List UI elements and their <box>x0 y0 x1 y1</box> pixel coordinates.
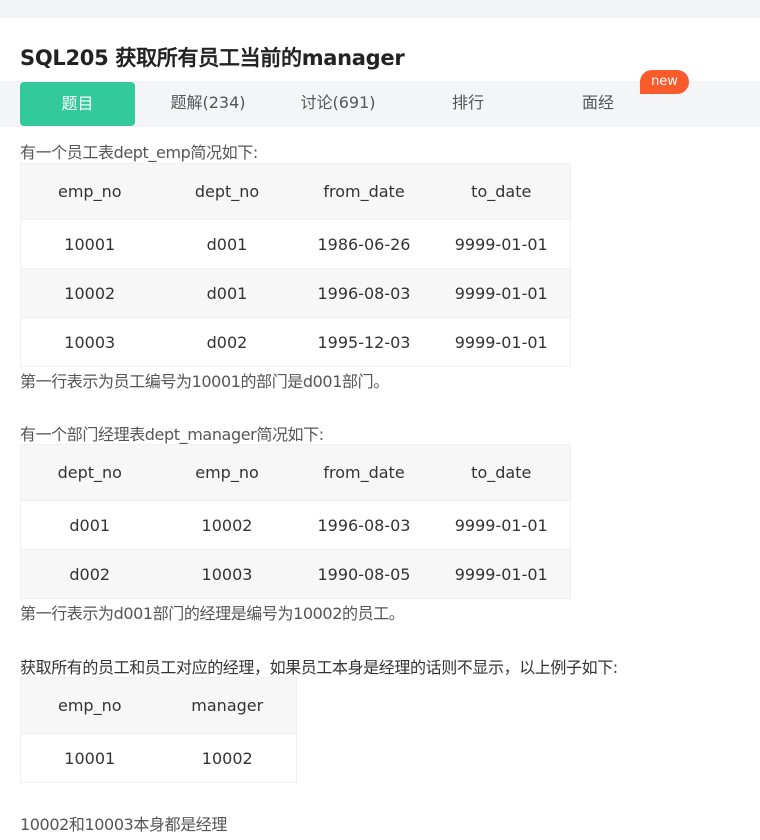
table-cell: 10003 <box>20 317 159 367</box>
table-row: d002 10003 1990-08-05 9999-01-01 <box>20 549 571 599</box>
dept-emp-table: emp_no dept_no from_date to_date 10001 d… <box>20 163 571 367</box>
table-header-cell: emp_no <box>158 444 296 501</box>
table-cell: 9999-01-01 <box>432 317 571 367</box>
table-row: 10003 d002 1995-12-03 9999-01-01 <box>20 317 571 367</box>
table-cell: d001 <box>158 268 296 318</box>
table-header-cell: dept_no <box>158 163 296 220</box>
result-table: emp_no manager 10001 10002 <box>20 677 297 783</box>
table-cell: 10003 <box>158 549 296 599</box>
table-cell: 1996-08-03 <box>295 268 433 318</box>
table-cell: 9999-01-01 <box>432 549 571 599</box>
intro-dept-emp: 有一个员工表dept_emp简况如下: <box>20 143 258 162</box>
tab-discussion[interactable]: 讨论(691) <box>278 81 398 127</box>
note-dept-emp: 第一行表示为员工编号为10001的部门是d001部门。 <box>20 372 389 391</box>
table-row: 10001 d001 1986-06-26 9999-01-01 <box>20 219 571 269</box>
table-cell: 1995-12-03 <box>295 317 433 367</box>
table-header-cell: manager <box>158 677 297 734</box>
table-row: 10001 10002 <box>20 733 297 783</box>
table-cell: d002 <box>20 549 159 599</box>
table-cell: d001 <box>158 219 296 269</box>
table-cell: 1996-08-03 <box>295 500 433 550</box>
table-cell: 10002 <box>158 500 296 550</box>
table-header-row: emp_no dept_no from_date to_date <box>20 163 571 220</box>
intro-dept-manager: 有一个部门经理表dept_manager简况如下: <box>20 425 324 444</box>
table-header-cell: emp_no <box>20 677 159 734</box>
table-header-cell: dept_no <box>20 444 159 501</box>
table-cell: 1986-06-26 <box>295 219 433 269</box>
table-row: d001 10002 1996-08-03 9999-01-01 <box>20 500 571 550</box>
table-cell: 9999-01-01 <box>432 500 571 550</box>
table-header-row: dept_no emp_no from_date to_date <box>20 444 571 501</box>
table-cell: 10002 <box>158 733 297 783</box>
table-header-cell: to_date <box>432 444 571 501</box>
table-cell: 10002 <box>20 268 159 318</box>
table-cell: 1990-08-05 <box>295 549 433 599</box>
table-cell: 9999-01-01 <box>432 268 571 318</box>
table-header-cell: from_date <box>295 163 433 220</box>
table-cell: 10001 <box>20 733 159 783</box>
intro-result: 获取所有的员工和员工对应的经理，如果员工本身是经理的话则不显示，以上例子如下: <box>20 658 618 677</box>
table-header-cell: from_date <box>295 444 433 501</box>
table-row: 10002 d001 1996-08-03 9999-01-01 <box>20 268 571 318</box>
table-header-row: emp_no manager <box>20 677 297 734</box>
table-cell: d002 <box>158 317 296 367</box>
tab-solutions[interactable]: 题解(234) <box>148 81 268 127</box>
top-band <box>0 0 760 18</box>
table-header-cell: emp_no <box>20 163 159 220</box>
new-badge: new <box>640 70 689 94</box>
table-header-cell: to_date <box>432 163 571 220</box>
table-cell: 10001 <box>20 219 159 269</box>
note-dept-manager: 第一行表示为d001部门的经理是编号为10002的员工。 <box>20 604 405 623</box>
page-title: SQL205 获取所有员工当前的manager <box>20 46 405 70</box>
table-cell: 9999-01-01 <box>432 219 571 269</box>
dept-manager-table: dept_no emp_no from_date to_date d001 10… <box>20 444 571 599</box>
tab-problem[interactable]: 题目 <box>20 82 135 126</box>
table-cell: d001 <box>20 500 159 550</box>
footer-note: 10002和10003本身都是经理 <box>20 815 227 834</box>
tab-ranking[interactable]: 排行 <box>408 81 528 127</box>
